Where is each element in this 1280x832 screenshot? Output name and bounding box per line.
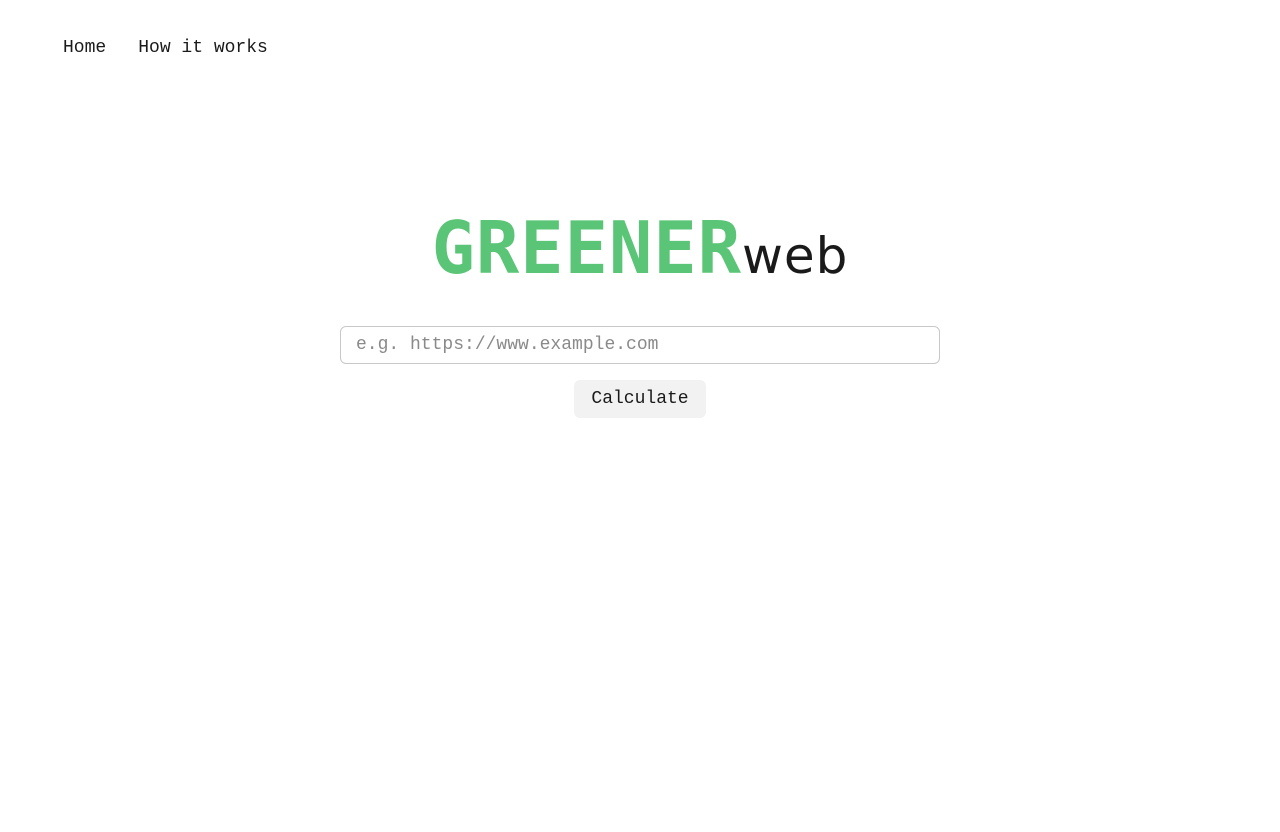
logo-secondary-text: web [742, 227, 849, 285]
top-nav: Home How it works [63, 36, 268, 60]
logo: GREENERweb [0, 206, 1280, 298]
nav-link-home[interactable]: Home [63, 36, 106, 60]
url-input[interactable] [340, 326, 940, 364]
logo-primary-text: GREENER [431, 206, 743, 290]
calculate-button[interactable]: Calculate [574, 380, 706, 418]
nav-link-how-it-works[interactable]: How it works [138, 36, 268, 60]
page: Home How it works GREENERweb Calculate [0, 0, 1280, 832]
